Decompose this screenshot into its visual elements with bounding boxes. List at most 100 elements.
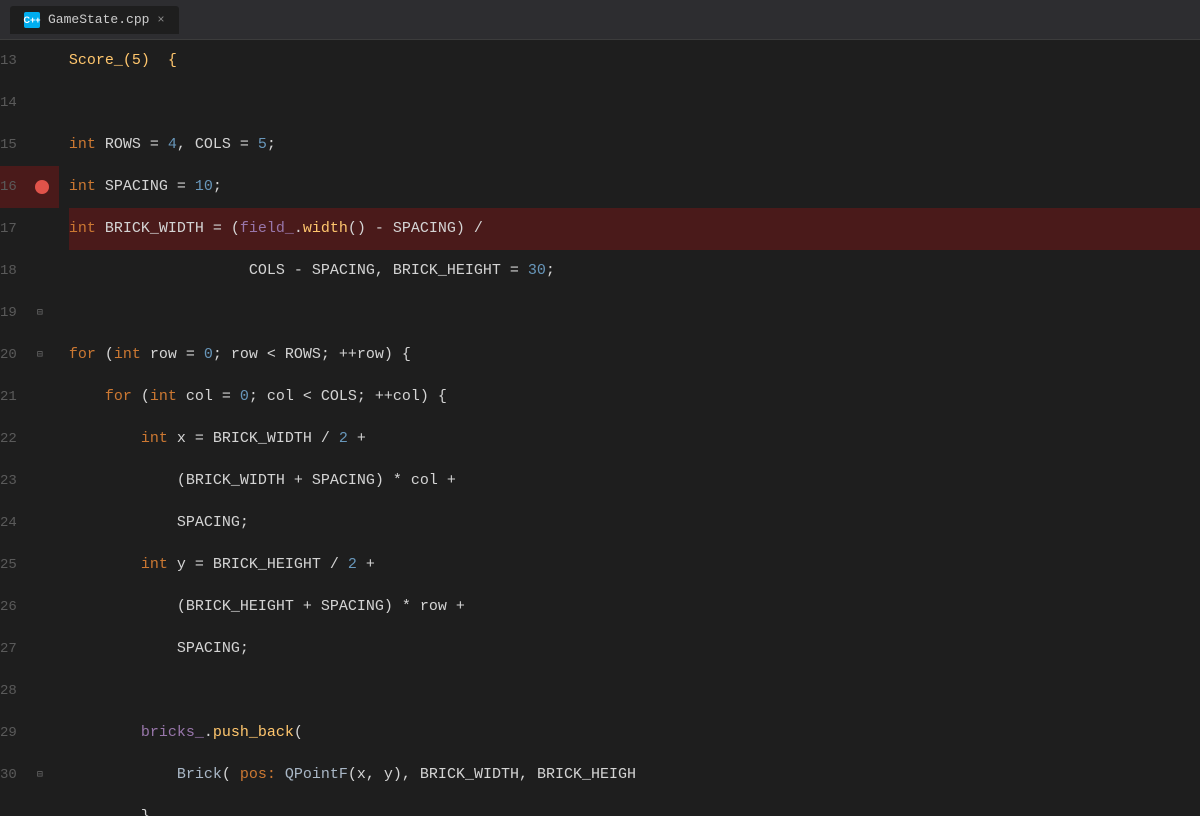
fold-icon[interactable]: ⊟: [37, 769, 43, 781]
gutter-row: [29, 166, 59, 208]
fold-icon[interactable]: ⊟: [37, 307, 43, 319]
gutter-row: ⊟: [29, 334, 59, 376]
token-classname: QPointF: [285, 754, 348, 796]
token-kw: int: [69, 124, 96, 166]
token-num: 0: [240, 376, 249, 418]
token-num: 10: [195, 166, 213, 208]
line-number: 16: [0, 166, 29, 208]
token-id: SPACING;: [69, 628, 249, 670]
code-line: int x = BRICK_WIDTH / 2 +: [69, 418, 1200, 460]
token-kw: for: [69, 334, 96, 376]
code-line: int ROWS = 4, COLS = 5;: [69, 124, 1200, 166]
code-area: Score_(5) { int ROWS = 4, COLS = 5;int S…: [59, 40, 1200, 816]
gutter-row: [29, 586, 59, 628]
title-bar: C++ GameState.cpp ×: [0, 0, 1200, 40]
tab-filename: GameState.cpp: [48, 12, 149, 27]
token-id: , COLS =: [177, 124, 258, 166]
gutter-row: [29, 628, 59, 670]
token-id: COLS - SPACING, BRICK_HEIGHT =: [69, 250, 528, 292]
token-field: bricks_: [141, 712, 204, 754]
token-id: (: [294, 712, 303, 754]
cpp-icon: C++: [24, 12, 40, 28]
line-number: 23: [0, 460, 29, 502]
token-id: BRICK_WIDTH = (: [96, 208, 240, 250]
token-id: (BRICK_HEIGHT + SPACING) * row +: [69, 586, 465, 628]
line-number: 22: [0, 418, 29, 460]
token-kw: int: [114, 334, 141, 376]
gutter-row: [29, 376, 59, 418]
code-line: [69, 82, 1200, 124]
code-line: SPACING;: [69, 502, 1200, 544]
gutter-row: [29, 544, 59, 586]
token-num: 2: [339, 418, 348, 460]
token-id: SPACING;: [69, 502, 249, 544]
token-kw: for: [105, 376, 132, 418]
token-id: [276, 754, 285, 796]
code-line: COLS - SPACING, BRICK_HEIGHT = 30;: [69, 250, 1200, 292]
fold-icon[interactable]: ⊟: [37, 349, 43, 361]
code-line: (BRICK_HEIGHT + SPACING) * row +: [69, 586, 1200, 628]
code-line: Brick( pos: QPointF(x, y), BRICK_WIDTH, …: [69, 754, 1200, 796]
token-id: +: [348, 418, 366, 460]
token-id: ;: [546, 250, 555, 292]
token-num: 5: [258, 124, 267, 166]
token-id: [69, 544, 141, 586]
line-number: 28: [0, 670, 29, 712]
code-line: [69, 292, 1200, 334]
token-id: ;: [213, 166, 222, 208]
gutter-row: [29, 124, 59, 166]
tab-close-icon[interactable]: ×: [157, 13, 164, 27]
gutter-row: [29, 502, 59, 544]
code-line: }: [69, 796, 1200, 816]
code-line-partial: Score_(5) {: [69, 40, 1200, 82]
code-line: bricks_.push_back(: [69, 712, 1200, 754]
token-id: ; col < COLS; ++col) {: [249, 376, 447, 418]
code-line: for (int row = 0; row < ROWS; ++row) {: [69, 334, 1200, 376]
code-line: for (int col = 0; col < COLS; ++col) {: [69, 376, 1200, 418]
gutter-row: [29, 712, 59, 754]
partial-text: Score_(5) {: [69, 40, 177, 82]
code-line: int y = BRICK_HEIGHT / 2 +: [69, 544, 1200, 586]
code-line: [69, 670, 1200, 712]
gutter-row: ⊟: [29, 754, 59, 796]
line-number: 21: [0, 376, 29, 418]
breakpoint-icon[interactable]: [35, 180, 49, 194]
gutter-row: [29, 418, 59, 460]
token-id: [69, 754, 177, 796]
token-id: }: [69, 796, 150, 816]
token-num: 30: [528, 250, 546, 292]
token-kw: int: [150, 376, 177, 418]
file-tab[interactable]: C++ GameState.cpp ×: [10, 6, 179, 34]
gutter-row: [29, 40, 59, 82]
gutter-row: [29, 460, 59, 502]
token-id: y = BRICK_HEIGHT /: [168, 544, 348, 586]
token-id: [69, 376, 105, 418]
token-method: push_back: [213, 712, 294, 754]
token-kw: int: [141, 418, 168, 460]
token-id: row =: [141, 334, 204, 376]
line-number: 15: [0, 124, 29, 166]
editor-container: 131415161718192021222324252627282930 ⊟⊟⊟…: [0, 40, 1200, 816]
token-id: (BRICK_WIDTH + SPACING) * col +: [69, 460, 456, 502]
gutter: ⊟ ⊟ ⊟: [29, 40, 59, 816]
token-id: ;: [267, 124, 276, 166]
line-number: 14: [0, 82, 29, 124]
token-field: field_: [240, 208, 294, 250]
token-kw: int: [69, 208, 96, 250]
code-line: int SPACING = 10;: [69, 166, 1200, 208]
token-id: (x, y), BRICK_WIDTH, BRICK_HEIGH: [348, 754, 636, 796]
line-number: 24: [0, 502, 29, 544]
code-line: SPACING;: [69, 628, 1200, 670]
token-id: x = BRICK_WIDTH /: [168, 418, 339, 460]
token-id: SPACING =: [96, 166, 195, 208]
line-numbers: 131415161718192021222324252627282930: [0, 40, 29, 816]
line-number: 17: [0, 208, 29, 250]
token-id: [69, 418, 141, 460]
token-kw: int: [141, 544, 168, 586]
gutter-row: ⊟: [29, 292, 59, 334]
token-id: ROWS =: [96, 124, 168, 166]
token-id: () - SPACING) /: [348, 208, 483, 250]
token-id: [69, 712, 141, 754]
token-id: col =: [177, 376, 240, 418]
line-number: 20: [0, 334, 29, 376]
